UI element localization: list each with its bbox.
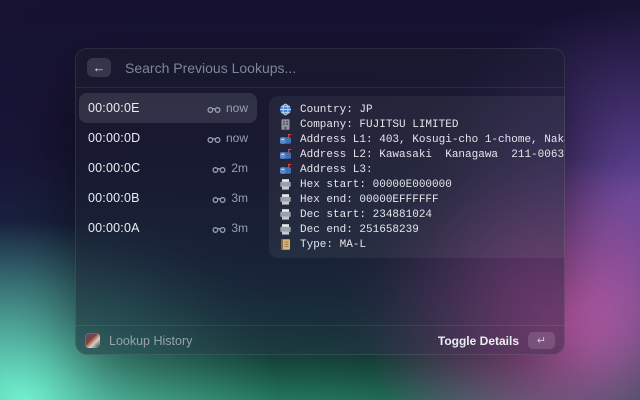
list-item-time: now — [226, 101, 248, 115]
search-header: ← — [75, 48, 565, 88]
list-item-label: 00:00:0A — [88, 221, 140, 235]
toggle-details-button[interactable]: Toggle Details — [438, 334, 519, 348]
search-input[interactable] — [123, 59, 553, 77]
detail-text: Country: JP — [300, 104, 373, 116]
list-item-time: 3m — [231, 221, 248, 235]
detail-text: Hex start: 00000E000000 — [300, 179, 452, 191]
detail-row-address3: Address L3: — [279, 162, 565, 177]
back-arrow-icon: ← — [93, 60, 106, 75]
ledger-icon — [279, 238, 292, 251]
mailbox-icon — [279, 148, 292, 161]
building-icon — [279, 118, 292, 131]
list-item-meta: now — [207, 101, 248, 115]
printer-icon — [279, 193, 292, 206]
detail-text: Address L1: 403, Kosugi-cho 1-chome, Nak… — [300, 134, 565, 146]
list-item-time: 3m — [231, 191, 248, 205]
detail-text: Hex end: 00000EFFFFFF — [300, 194, 439, 206]
detail-row-dec-end: Dec end: 251658239 — [279, 222, 565, 237]
binoculars-icon — [207, 102, 221, 114]
binoculars-icon — [212, 192, 226, 204]
printer-icon — [279, 178, 292, 191]
detail-text: Dec start: 234881024 — [300, 209, 432, 221]
binoculars-icon — [212, 222, 226, 234]
list-item-time: now — [226, 131, 248, 145]
detail-text: Address L2: Kawasaki Kanagawa 211-0063 — [300, 149, 564, 161]
back-button[interactable]: ← — [87, 58, 111, 77]
detail-text: Type: MA-L — [300, 239, 366, 251]
lookup-history-window: ← 00:00:0E now 00:00:0D now 0 — [75, 48, 565, 355]
detail-text: Address L3: — [300, 164, 379, 176]
detail-row-hex-end: Hex end: 00000EFFFFFF — [279, 192, 565, 207]
list-item-meta: now — [207, 131, 248, 145]
mailbox-icon — [279, 133, 292, 146]
details-panel: Country: JP Company: FUJITSU LIMITED Add… — [269, 96, 565, 258]
detail-row-dec-start: Dec start: 234881024 — [279, 207, 565, 222]
detail-row-type: Type: MA-L — [279, 237, 565, 252]
list-item-label: 00:00:0B — [88, 191, 140, 205]
detail-row-address1: Address L1: 403, Kosugi-cho 1-chome, Nak… — [279, 132, 565, 147]
extension-name: Lookup History — [109, 334, 192, 348]
list-item[interactable]: 00:00:0A 3m — [79, 213, 257, 243]
list-item-label: 00:00:0E — [88, 101, 140, 115]
printer-icon — [279, 223, 292, 236]
globe-icon — [279, 103, 292, 116]
list-item-meta: 3m — [212, 191, 248, 205]
list-item[interactable]: 00:00:0E now — [79, 93, 257, 123]
detail-row-company: Company: FUJITSU LIMITED — [279, 117, 565, 132]
footer-bar: Lookup History Toggle Details ↵ — [75, 325, 565, 355]
list-item-label: 00:00:0D — [88, 131, 140, 145]
detail-text: Dec end: 251658239 — [300, 224, 419, 236]
list-item-meta: 2m — [212, 161, 248, 175]
mailbox-icon — [279, 163, 292, 176]
detail-text: Company: FUJITSU LIMITED — [300, 119, 458, 131]
lookup-list: 00:00:0E now 00:00:0D now 00:00:0C 2m — [75, 88, 261, 325]
list-item[interactable]: 00:00:0D now — [79, 123, 257, 153]
list-item[interactable]: 00:00:0B 3m — [79, 183, 257, 213]
extension-app-icon — [85, 333, 100, 348]
binoculars-icon — [207, 132, 221, 144]
binoculars-icon — [212, 162, 226, 174]
detail-row-hex-start: Hex start: 00000E000000 — [279, 177, 565, 192]
list-item-time: 2m — [231, 161, 248, 175]
details-pane: Country: JP Company: FUJITSU LIMITED Add… — [261, 88, 565, 325]
printer-icon — [279, 208, 292, 221]
detail-row-address2: Address L2: Kawasaki Kanagawa 211-0063 — [279, 147, 565, 162]
enter-key-icon: ↵ — [528, 332, 555, 349]
list-item-label: 00:00:0C — [88, 161, 140, 175]
list-item[interactable]: 00:00:0C 2m — [79, 153, 257, 183]
content-area: 00:00:0E now 00:00:0D now 00:00:0C 2m — [75, 88, 565, 325]
list-item-meta: 3m — [212, 221, 248, 235]
detail-row-country: Country: JP — [279, 102, 565, 117]
